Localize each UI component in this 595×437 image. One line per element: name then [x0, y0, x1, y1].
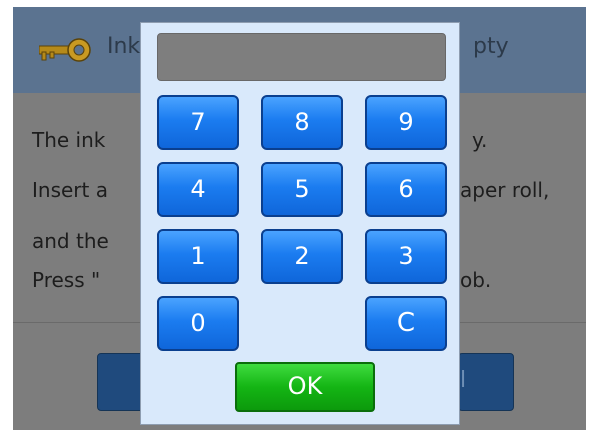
background-dialog-title: Ink	[107, 34, 141, 59]
key-8-button[interactable]: 8	[261, 95, 343, 150]
background-message-line-1-tail: y.	[472, 128, 488, 152]
background-message-line-4: Press "	[32, 268, 101, 292]
numeric-keypad-popup: 7 8 9 4 5 6 1 2 3 0 C OK	[140, 22, 460, 425]
background-dialog-title-tail: pty	[473, 34, 509, 59]
key-0-button[interactable]: 0	[157, 296, 239, 351]
key-2-button[interactable]: 2	[261, 229, 343, 284]
background-right-button	[458, 353, 514, 411]
keypad-display-field[interactable]	[157, 33, 446, 81]
key-7-button[interactable]: 7	[157, 95, 239, 150]
key-1-button[interactable]: 1	[157, 229, 239, 284]
key-9-button[interactable]: 9	[365, 95, 447, 150]
background-message-line-1: The ink	[32, 128, 106, 152]
background-message-line-4-tail: ob.	[460, 268, 492, 292]
key-6-button[interactable]: 6	[365, 162, 447, 217]
clear-button[interactable]: C	[365, 296, 447, 351]
ok-button[interactable]: OK	[235, 362, 375, 412]
background-message-line-2-tail: aper roll,	[460, 178, 550, 202]
key-4-button[interactable]: 4	[157, 162, 239, 217]
background-message-line-2: Insert a	[32, 178, 108, 202]
background-right-button-label: l	[460, 368, 467, 393]
screen: Ink pty The ink y. Insert a aper roll, a…	[0, 0, 595, 437]
key-3-button[interactable]: 3	[365, 229, 447, 284]
background-message-line-3: and the	[32, 229, 109, 253]
key-5-button[interactable]: 5	[261, 162, 343, 217]
key-icon	[39, 38, 91, 62]
